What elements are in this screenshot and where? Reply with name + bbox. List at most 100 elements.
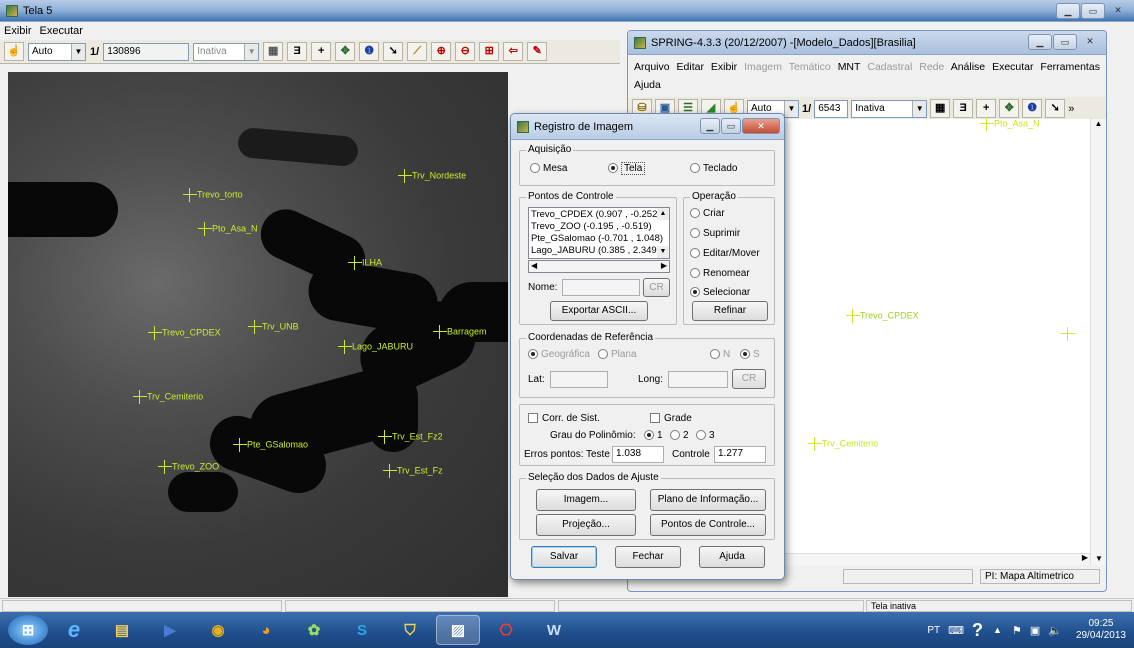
radio-selecionar[interactable]: Selecionar xyxy=(690,287,750,298)
menu-editar[interactable]: Editar xyxy=(677,61,704,73)
start-orb-icon[interactable]: ⊞ xyxy=(8,615,48,645)
firefox-icon[interactable]: ◕ xyxy=(244,615,288,645)
menu-tematico[interactable]: Temático xyxy=(789,61,831,73)
menu-rede[interactable]: Rede xyxy=(919,61,944,73)
back-icon[interactable]: ⇦ xyxy=(503,42,524,61)
menu-ferramentas[interactable]: Ferramentas xyxy=(1040,61,1100,73)
menu-arquivo[interactable]: Arquivo xyxy=(634,61,670,73)
marker-lago-jaburu[interactable]: Lago_JABURU xyxy=(338,340,413,354)
marker-trv-est-fz[interactable]: Trv_Est_Fz xyxy=(383,464,443,478)
zoom-mode-select[interactable]: Auto ▼ xyxy=(28,42,86,61)
menu-exibir[interactable]: Exibir xyxy=(711,61,737,73)
radio-grau-1[interactable]: 1 xyxy=(644,430,663,441)
zoom-out-icon[interactable]: ⊖ xyxy=(455,42,476,61)
keyboard-icon[interactable]: ⌨ xyxy=(948,624,964,637)
ajuda-button[interactable]: Ajuda xyxy=(699,546,765,568)
pontos-controle-button[interactable]: Pontos de Controle... xyxy=(650,514,766,536)
scale-input[interactable]: 130896 xyxy=(103,42,190,61)
layer-state-select[interactable]: Inativa ▼ xyxy=(193,42,260,61)
pontos-item[interactable]: Lago_JABURU (0.385 , 2.349) xyxy=(531,245,667,257)
menu-analise[interactable]: Análise xyxy=(951,61,985,73)
minimize-icon[interactable]: ▁ xyxy=(1056,3,1080,19)
spring-layer-state-select[interactable]: Inativa ▼ xyxy=(851,99,928,118)
info-icon[interactable]: ❶ xyxy=(1022,99,1043,118)
spring-marker-pto-asa-n[interactable]: Pto_Asa_N xyxy=(980,117,1040,131)
imagem-button[interactable]: Imagem... xyxy=(536,489,636,511)
spring-marker-trevo-cpdex[interactable]: Trevo_CPDEX xyxy=(846,309,919,323)
pontos-hscroll[interactable]: ◀ ▶ xyxy=(528,260,670,273)
spring-task-icon[interactable]: ▨ xyxy=(436,615,480,645)
menu-exibir[interactable]: Exibir xyxy=(4,25,32,37)
radio-grau-2[interactable]: 2 xyxy=(670,430,689,441)
close-icon[interactable]: ✕ xyxy=(1106,3,1130,19)
registro-close-icon[interactable]: ✕ xyxy=(742,118,780,134)
explorer-icon[interactable]: ▤ xyxy=(100,615,144,645)
line-icon[interactable]: ⟋ xyxy=(407,42,428,61)
radio-suprimir[interactable]: Suprimir xyxy=(690,228,740,239)
pontos-item[interactable]: Pte_GSalomao (-0.701 , 1.048) xyxy=(531,233,667,245)
marker-pto-asa-n[interactable]: Pto_Asa_N xyxy=(198,222,258,236)
menu-ajuda[interactable]: Ajuda xyxy=(634,79,661,91)
radio-n[interactable]: N xyxy=(710,349,730,360)
nome-input[interactable] xyxy=(562,279,640,296)
listbox-scroll-down-icon[interactable]: ▼ xyxy=(657,246,669,258)
exportar-ascii-button[interactable]: Exportar ASCII... xyxy=(550,301,648,321)
toolbar-more-icon[interactable]: » xyxy=(1068,103,1074,115)
menu-executar[interactable]: Executar xyxy=(992,61,1033,73)
menu-executar[interactable]: Executar xyxy=(40,25,83,37)
registro-minimize-icon[interactable]: ▁ xyxy=(700,118,720,134)
listbox-scroll-up-icon[interactable]: ▲ xyxy=(657,208,669,220)
flag-icon[interactable]: ⚑ xyxy=(1012,624,1022,637)
pan-icon[interactable]: ✥ xyxy=(335,42,356,61)
info-icon[interactable]: ❶ xyxy=(359,42,380,61)
zoom-in-icon[interactable]: ⊕ xyxy=(431,42,452,61)
draw-icon[interactable]: Ǝ xyxy=(287,42,308,61)
radio-s[interactable]: S xyxy=(740,349,760,360)
tray-lang[interactable]: PT xyxy=(927,625,940,636)
spring-maximize-icon[interactable]: ▭ xyxy=(1053,34,1077,50)
spring-marker-unnamed[interactable] xyxy=(1061,327,1075,341)
marker-trv-est-fz2[interactable]: Trv_Est_Fz2 xyxy=(378,430,443,444)
radio-mesa[interactable]: Mesa xyxy=(530,163,567,174)
registro-titlebar[interactable]: Registro de Imagem ▁ ▭ ✕ xyxy=(511,114,784,140)
pontos-listbox[interactable]: Trevo_CPDEX (0.907 , -0.252) Trevo_ZOO (… xyxy=(528,207,670,259)
spring-titlebar[interactable]: SPRING-4.3.3 (20/12/2007) -[Modelo_Dados… xyxy=(628,31,1106,55)
spring-marker-trv-cemiterio[interactable]: Trv_Cemiterio xyxy=(808,437,878,451)
plano-informacao-button[interactable]: Plano de Informação... xyxy=(650,489,766,511)
radio-editar-mover[interactable]: Editar/Mover xyxy=(690,248,760,259)
skype-icon[interactable]: S xyxy=(340,615,384,645)
radio-renomear[interactable]: Renomear xyxy=(690,268,750,279)
zoom-area-icon[interactable]: ⊞ xyxy=(479,42,500,61)
radio-plana[interactable]: Plana xyxy=(598,349,637,360)
projecao-button[interactable]: Projeção... xyxy=(536,514,636,536)
help-icon[interactable]: ? xyxy=(972,620,983,641)
fechar-button[interactable]: Fechar xyxy=(615,546,681,568)
media-player-icon[interactable]: ▶ xyxy=(148,615,192,645)
marker-trevo-zoo[interactable]: Trevo_ZOO xyxy=(158,460,219,474)
satellite-image[interactable]: Trv_Nordeste Trevo_torto Pto_Asa_N ILHA … xyxy=(8,72,508,597)
maximize-icon[interactable]: ▭ xyxy=(1081,3,1105,19)
marker-trevo-torto[interactable]: Trevo_torto xyxy=(183,188,243,202)
radio-grau-3[interactable]: 3 xyxy=(696,430,715,441)
pan-icon[interactable]: ✥ xyxy=(999,99,1020,118)
acrobat-icon[interactable]: ⎔ xyxy=(484,615,528,645)
spring-minimize-icon[interactable]: ▁ xyxy=(1028,34,1052,50)
marker-barragem[interactable]: Barragem xyxy=(433,325,487,339)
menu-cadastral[interactable]: Cadastral xyxy=(867,61,912,73)
word-icon[interactable]: W xyxy=(532,615,576,645)
coords-cr-button[interactable]: CR xyxy=(732,369,766,389)
shield-icon[interactable]: ⛉ xyxy=(388,615,432,645)
plus-icon[interactable]: + xyxy=(976,99,997,118)
pointer-icon[interactable]: ➘ xyxy=(1045,99,1066,118)
pointer-icon[interactable]: ➘ xyxy=(383,42,404,61)
network-icon[interactable]: ▣ xyxy=(1030,624,1040,637)
marker-trv-nordeste[interactable]: Trv_Nordeste xyxy=(398,169,466,183)
gallery-icon[interactable]: ✿ xyxy=(292,615,336,645)
clock[interactable]: 09:25 29/04/2013 xyxy=(1076,618,1126,642)
grid-icon[interactable]: ▦ xyxy=(930,99,951,118)
ie-icon[interactable]: e xyxy=(52,615,96,645)
refinar-button[interactable]: Refinar xyxy=(692,301,768,321)
radio-geografica[interactable]: Geográfica xyxy=(528,349,590,360)
pontos-item[interactable]: Trevo_CPDEX (0.907 , -0.252) xyxy=(531,209,667,221)
menu-mnt[interactable]: MNT xyxy=(838,61,861,73)
